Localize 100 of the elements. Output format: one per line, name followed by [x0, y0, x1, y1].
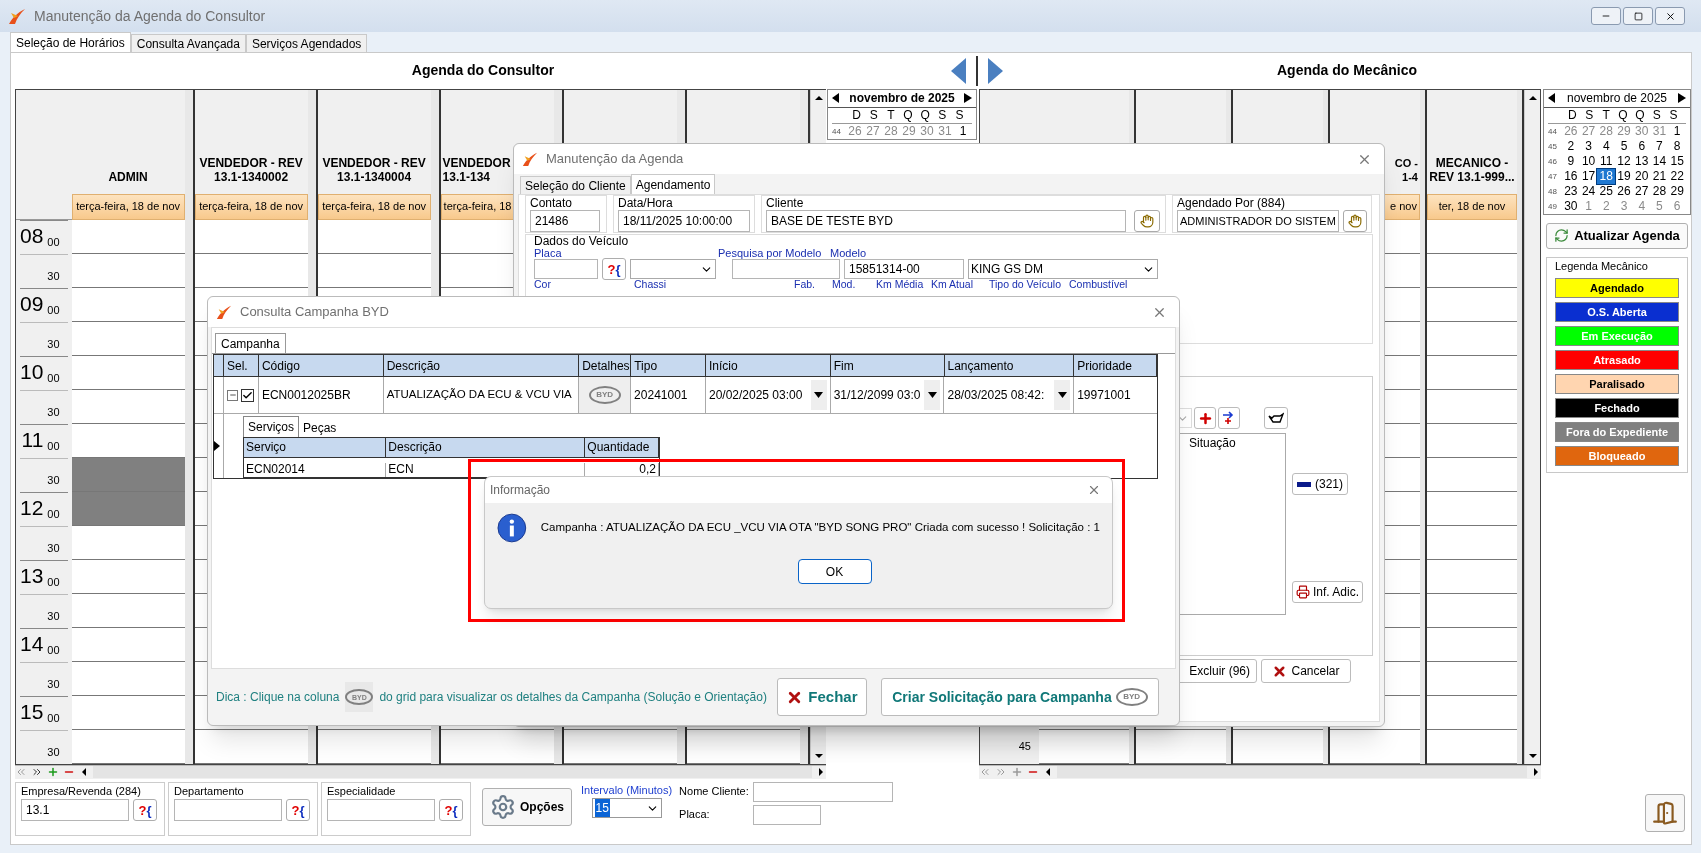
calendar-day[interactable]: 25: [1597, 183, 1616, 199]
scroll-right-icon[interactable]: [1531, 766, 1541, 779]
ok-button[interactable]: OK: [797, 559, 872, 584]
exit-button[interactable]: [1645, 793, 1685, 832]
calendar-day[interactable]: 2: [1597, 198, 1616, 214]
oil-button[interactable]: [1264, 407, 1288, 429]
additional-info-button[interactable]: Inf. Adic.: [1292, 581, 1364, 603]
calendar-day[interactable]: 16: [1562, 168, 1580, 184]
column-header[interactable]: Lançamento: [944, 355, 1075, 376]
calendar-day[interactable]: 10: [1579, 153, 1598, 169]
column-header[interactable]: Tipo: [631, 355, 707, 376]
plate-dropdown[interactable]: [630, 259, 716, 279]
plate-field[interactable]: [753, 804, 822, 825]
calendar-day[interactable]: 27: [1579, 123, 1598, 139]
expand-toggle[interactable]: [227, 389, 239, 401]
calendar-day[interactable]: 4: [1597, 138, 1616, 154]
calendar-day[interactable]: 21: [1650, 168, 1669, 184]
tab[interactable]: Seleção do Cliente: [520, 176, 631, 194]
transfer-button[interactable]: [1218, 407, 1240, 429]
calendar-day[interactable]: 30: [1632, 123, 1651, 139]
calendar-day[interactable]: 29: [1668, 183, 1687, 199]
scroll-right-icon[interactable]: [816, 766, 826, 779]
checkbox[interactable]: [241, 388, 255, 402]
lookup-button[interactable]: ?{: [286, 799, 310, 822]
column-header[interactable]: Código: [258, 355, 384, 376]
calendar-day[interactable]: 30: [918, 123, 936, 139]
calendar-day[interactable]: 24: [1579, 183, 1598, 199]
column-header[interactable]: Sel.: [224, 355, 259, 376]
tab[interactable]: Serviços Agendados: [245, 34, 368, 52]
calendar-day[interactable]: 26: [1562, 123, 1580, 139]
add-icon[interactable]: [1011, 766, 1023, 779]
calendar-day[interactable]: 7: [1650, 138, 1669, 154]
calendar-day[interactable]: 28: [882, 123, 900, 139]
horizontal-scrollbar[interactable]: [93, 766, 812, 779]
calendar-day[interactable]: 14: [1650, 153, 1669, 169]
tab[interactable]: Serviços: [243, 416, 299, 437]
select-client-button[interactable]: [1134, 210, 1160, 232]
datetime-field[interactable]: 18/11/2025 10:00:00: [618, 210, 750, 232]
model-dropdown[interactable]: KING GS DM: [968, 259, 1158, 279]
calendar-day[interactable]: 5: [1650, 198, 1669, 214]
calendar-day[interactable]: 6: [1668, 198, 1687, 214]
column-header[interactable]: Fim: [830, 355, 945, 376]
contact-field[interactable]: 21486: [530, 210, 600, 232]
calendar-day[interactable]: 20: [1632, 168, 1651, 184]
tab[interactable]: Seleção de Horários: [10, 32, 131, 52]
cancel-button[interactable]: Cancelar: [1261, 659, 1351, 683]
horizontal-scrollbar[interactable]: [1057, 766, 1527, 779]
plate-field[interactable]: [534, 259, 598, 279]
calendar-day[interactable]: 15: [1668, 153, 1687, 169]
next-month-icon[interactable]: [964, 93, 972, 104]
previous-month-icon[interactable]: [832, 93, 840, 104]
calendar-day[interactable]: 9: [1562, 153, 1580, 169]
refresh-button[interactable]: Atualizar Agenda: [1546, 222, 1688, 249]
next-month-icon[interactable]: [1678, 93, 1686, 104]
calendar-day[interactable]: 5: [1615, 138, 1633, 154]
create-request-button[interactable]: Criar Solicitação para Campanha BYD: [880, 678, 1159, 716]
options-button[interactable]: Opções: [482, 787, 572, 826]
interval-dropdown[interactable]: 15: [591, 798, 662, 819]
calendar-day[interactable]: 11: [1597, 153, 1616, 169]
column-header[interactable]: Detalhes: [579, 355, 632, 376]
vertical-scrollbar[interactable]: [1524, 89, 1540, 764]
previous-arrow-icon[interactable]: [951, 57, 967, 84]
lookup-button[interactable]: ?{: [602, 258, 626, 280]
count-button[interactable]: (321): [1292, 473, 1348, 495]
maximize-button[interactable]: [1623, 7, 1653, 25]
model-search-field[interactable]: [732, 259, 840, 279]
column-header[interactable]: Descrição: [383, 355, 580, 376]
date-dropdown[interactable]: 31/12/2099 03:0: [830, 377, 945, 413]
tab[interactable]: Campanha: [215, 333, 286, 353]
calendar-day[interactable]: 30: [1562, 198, 1580, 214]
calendar-day[interactable]: 8: [1668, 138, 1687, 154]
calendar-day[interactable]: 2: [1562, 138, 1580, 154]
calendar-day[interactable]: 26: [846, 123, 864, 139]
calendar-day[interactable]: 23: [1562, 183, 1580, 199]
filter-field[interactable]: [174, 799, 282, 822]
calendar-day[interactable]: 3: [1615, 198, 1633, 214]
filter-field[interactable]: 13.1: [21, 799, 129, 822]
tab[interactable]: Agendamento: [630, 174, 716, 194]
minimize-button[interactable]: [1591, 7, 1621, 25]
calendar-day[interactable]: 6: [1632, 138, 1651, 154]
calendar-day[interactable]: 18: [1597, 168, 1616, 184]
calendar-day[interactable]: 26: [1615, 183, 1633, 199]
tab[interactable]: Peças: [299, 418, 341, 437]
calendar-day[interactable]: 22: [1668, 168, 1687, 184]
calendar-day[interactable]: 19: [1615, 168, 1633, 184]
tab[interactable]: Consulta Avançada: [130, 34, 246, 52]
next-arrow-icon[interactable]: [987, 57, 1003, 84]
date-dropdown[interactable]: 20/02/2025 03:00: [705, 377, 831, 413]
calendar-day[interactable]: 13: [1632, 153, 1651, 169]
close-dialog-button[interactable]: Fechar: [776, 678, 867, 716]
calendar-day[interactable]: 28: [1597, 123, 1616, 139]
column-header[interactable]: Descrição: [386, 438, 586, 457]
calendar-day[interactable]: 27: [1632, 183, 1651, 199]
calendar-day[interactable]: 29: [1615, 123, 1633, 139]
column-header[interactable]: Serviço: [244, 438, 387, 457]
calendar-day[interactable]: 17: [1579, 168, 1598, 184]
calendar-day[interactable]: 12: [1615, 153, 1633, 169]
calendar-day[interactable]: 29: [900, 123, 918, 139]
close-button[interactable]: [1655, 7, 1685, 25]
model-code-field[interactable]: 15851314-00: [844, 259, 964, 279]
